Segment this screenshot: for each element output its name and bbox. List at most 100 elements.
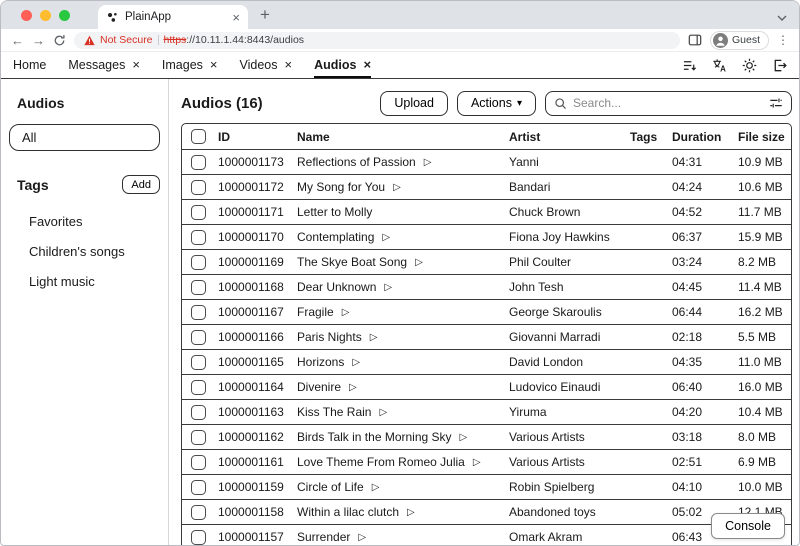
table-row[interactable]: 1000001173 Reflections of Passion▷ Yanni… — [182, 149, 791, 174]
row-checkbox[interactable] — [191, 405, 206, 420]
table-row[interactable]: 1000001157 Surrender▷ Omark Akram 06:43 — [182, 524, 791, 546]
search-input[interactable] — [573, 96, 763, 110]
table-row[interactable]: 1000001165 Horizons▷ David London 04:35 … — [182, 349, 791, 374]
select-all-checkbox[interactable] — [191, 129, 206, 144]
app-nav-tab[interactable]: Messages × — [68, 52, 140, 78]
close-icon[interactable]: × — [285, 57, 293, 72]
audio-name: Fragile — [297, 305, 334, 319]
maximize-window-button[interactable] — [59, 10, 70, 21]
audio-filesize: 10.6 MB — [732, 180, 791, 194]
back-icon[interactable]: ← — [11, 34, 24, 47]
play-icon[interactable]: ▷ — [415, 257, 423, 268]
side-panel-icon[interactable] — [688, 33, 702, 47]
table-row[interactable]: 1000001166 Paris Nights▷ Giovanni Marrad… — [182, 324, 791, 349]
audio-name: Paris Nights — [297, 330, 362, 344]
column-header-id: ID — [218, 130, 297, 144]
profile-chip[interactable]: Guest — [710, 31, 769, 50]
row-checkbox[interactable] — [191, 155, 206, 170]
add-tag-button[interactable]: Add — [122, 175, 160, 194]
logout-icon[interactable] — [772, 58, 787, 73]
row-checkbox[interactable] — [191, 355, 206, 370]
table-row[interactable]: 1000001159 Circle of Life▷ Robin Spielbe… — [182, 474, 791, 499]
minimize-window-button[interactable] — [40, 10, 51, 21]
row-checkbox[interactable] — [191, 455, 206, 470]
row-checkbox[interactable] — [191, 305, 206, 320]
actions-button[interactable]: Actions▾ — [457, 91, 536, 116]
audio-id: 1000001164 — [218, 380, 297, 394]
row-checkbox[interactable] — [191, 205, 206, 220]
app-nav-tab[interactable]: Videos × — [240, 52, 293, 78]
close-tab-icon[interactable]: × — [232, 11, 240, 24]
play-icon[interactable]: ▷ — [352, 357, 360, 368]
close-window-button[interactable] — [21, 10, 32, 21]
app-nav-tab-label: Home — [13, 58, 46, 72]
sidebar-tag-item[interactable]: Children's songs — [1, 236, 168, 266]
tasks-icon[interactable] — [682, 58, 697, 73]
table-row[interactable]: 1000001158 Within a lilac clutch▷ Abando… — [182, 499, 791, 524]
table-row[interactable]: 1000001171 Letter to Molly▷ Chuck Brown … — [182, 199, 791, 224]
play-icon[interactable]: ▷ — [370, 332, 378, 343]
translate-icon[interactable]: A — [712, 58, 727, 73]
row-checkbox[interactable] — [191, 280, 206, 295]
audio-name: Love Theme From Romeo Julia — [297, 455, 465, 469]
row-checkbox[interactable] — [191, 505, 206, 520]
new-tab-button[interactable]: + — [260, 6, 270, 23]
app-nav-tab[interactable]: Audios × — [314, 52, 371, 78]
not-secure-label[interactable]: Not Secure — [100, 34, 153, 46]
sidebar-audios-heading: Audios — [17, 95, 168, 111]
play-icon[interactable]: ▷ — [372, 482, 380, 493]
close-icon[interactable]: × — [210, 57, 218, 72]
audio-artist: Abandoned toys — [509, 505, 622, 519]
row-checkbox[interactable] — [191, 380, 206, 395]
close-icon[interactable]: × — [363, 57, 371, 72]
row-checkbox[interactable] — [191, 230, 206, 245]
table-row[interactable]: 1000001164 Divenire▷ Ludovico Einaudi 06… — [182, 374, 791, 399]
close-icon[interactable]: × — [132, 57, 140, 72]
play-icon[interactable]: ▷ — [384, 282, 392, 293]
browser-tab[interactable]: PlainApp × — [98, 5, 248, 29]
play-icon[interactable]: ▷ — [424, 157, 432, 168]
table-row[interactable]: 1000001167 Fragile▷ George Skaroulis 06:… — [182, 299, 791, 324]
play-icon[interactable]: ▷ — [460, 432, 468, 443]
forward-icon[interactable]: → — [32, 34, 45, 47]
table-row[interactable]: 1000001168 Dear Unknown▷ John Tesh 04:45… — [182, 274, 791, 299]
upload-button[interactable]: Upload — [380, 91, 448, 116]
play-icon[interactable]: ▷ — [473, 457, 481, 468]
table-row[interactable]: 1000001162 Birds Talk in the Morning Sky… — [182, 424, 791, 449]
row-checkbox[interactable] — [191, 255, 206, 270]
play-icon[interactable]: ▷ — [349, 382, 357, 393]
row-checkbox[interactable] — [191, 330, 206, 345]
sidebar-tag-item[interactable]: Light music — [1, 266, 168, 296]
chevron-down-icon[interactable] — [777, 15, 787, 21]
sidebar-item-all[interactable]: All — [9, 124, 160, 151]
audio-name-cell: Kiss The Rain▷ — [297, 405, 509, 419]
row-checkbox[interactable] — [191, 180, 206, 195]
app-nav-tab[interactable]: Home × — [13, 52, 46, 78]
audio-name-cell: Circle of Life▷ — [297, 480, 509, 494]
table-row[interactable]: 1000001170 Contemplating▷ Fiona Joy Hawk… — [182, 224, 791, 249]
play-icon[interactable]: ▷ — [342, 307, 350, 318]
app-nav-tab[interactable]: Images × — [162, 52, 218, 78]
app-nav-tab-label: Videos — [240, 58, 278, 72]
table-row[interactable]: 1000001161 Love Theme From Romeo Julia▷ … — [182, 449, 791, 474]
play-icon[interactable]: ▷ — [379, 407, 387, 418]
table-row[interactable]: 1000001169 The Skye Boat Song▷ Phil Coul… — [182, 249, 791, 274]
play-icon[interactable]: ▷ — [393, 182, 401, 193]
row-checkbox[interactable] — [191, 430, 206, 445]
table-row[interactable]: 1000001172 My Song for You▷ Bandari 04:2… — [182, 174, 791, 199]
console-button[interactable]: Console — [711, 513, 785, 539]
reload-icon[interactable] — [53, 34, 66, 47]
browser-menu-icon[interactable]: ⋮ — [777, 33, 789, 47]
address-field[interactable]: Not Secure https://10.11.1.44:8443/audio… — [74, 32, 680, 49]
row-checkbox[interactable] — [191, 480, 206, 495]
play-icon[interactable]: ▷ — [358, 532, 366, 543]
play-icon[interactable]: ▷ — [382, 232, 390, 243]
audio-id: 1000001162 — [218, 430, 297, 444]
filter-sliders-icon[interactable] — [769, 96, 783, 110]
theme-sun-icon[interactable] — [742, 58, 757, 73]
row-checkbox[interactable] — [191, 530, 206, 545]
table-row[interactable]: 1000001163 Kiss The Rain▷ Yiruma 04:20 1… — [182, 399, 791, 424]
sidebar-tag-item[interactable]: Favorites — [1, 206, 168, 236]
play-icon[interactable]: ▷ — [407, 507, 415, 518]
audio-id: 1000001161 — [218, 455, 297, 469]
